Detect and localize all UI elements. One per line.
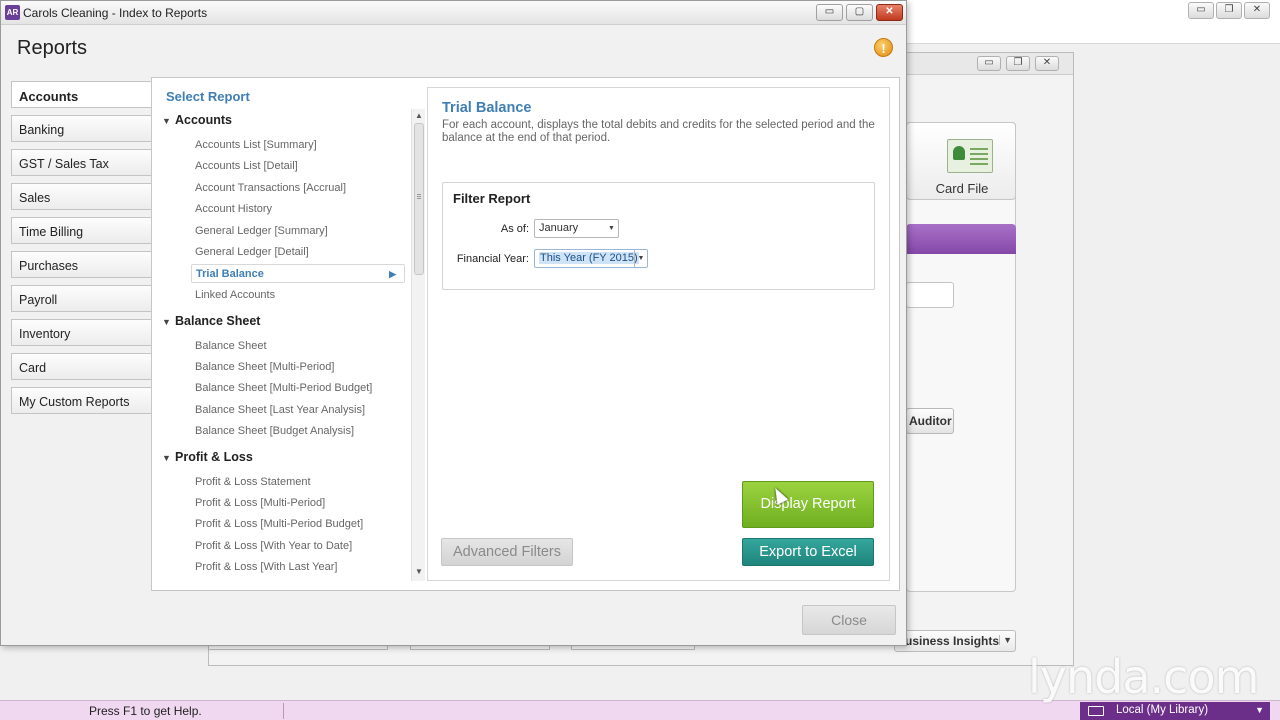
tab-payroll[interactable]: Payroll	[11, 285, 153, 312]
maximize-button[interactable]: ▢	[846, 4, 873, 21]
report-item[interactable]: Profit & Loss Statement	[195, 476, 311, 488]
library-selector[interactable]: Local (My Library) ▼	[1080, 702, 1270, 720]
tab-inventory[interactable]: Inventory	[11, 319, 153, 346]
inner-restore-button[interactable]: ❐	[1006, 56, 1030, 71]
as-of-value: January	[539, 222, 579, 234]
report-item[interactable]: Balance Sheet [Budget Analysis]	[195, 425, 354, 437]
index-to-reports-dialog: AR Carols Cleaning - Index to Reports ▭ …	[0, 0, 907, 646]
background-field[interactable]	[906, 282, 954, 308]
collapse-triangle-icon: ▼	[162, 317, 171, 327]
background-inner-buttons: ▭ ❐ ✕	[977, 56, 1059, 71]
report-item[interactable]: Balance Sheet	[195, 340, 267, 352]
report-item[interactable]: Profit & Loss [With Year to Date]	[195, 540, 352, 552]
status-help-text: Press F1 to get Help.	[89, 704, 202, 718]
auditor-button[interactable]: Auditor	[906, 408, 954, 434]
collapse-triangle-icon: ▼	[162, 453, 171, 463]
card-file-button[interactable]: Card File	[906, 122, 1016, 200]
as-of-label: As of:	[500, 223, 529, 235]
financial-year-select[interactable]: This Year (FY 2015) ▼	[534, 249, 648, 268]
lynda-watermark: lynda.com	[1028, 650, 1259, 704]
export-to-excel-button[interactable]: Export to Excel	[742, 538, 874, 566]
tab-time-billing[interactable]: Time Billing	[11, 217, 153, 244]
background-window-buttons: ▭ ❐ ✕	[1188, 2, 1270, 19]
background-section-header	[906, 224, 1016, 254]
card-file-label: Card File	[935, 181, 989, 196]
report-list-scrollbar[interactable]: ▲ ▼	[411, 109, 425, 581]
business-insights-dropdown[interactable]: usiness Insights ▼	[894, 630, 1016, 652]
dialog-title: Carols Cleaning - Index to Reports	[23, 6, 208, 20]
card-file-icon	[947, 139, 993, 173]
scroll-up-icon[interactable]: ▲	[412, 111, 426, 123]
help-icon[interactable]: !	[874, 38, 893, 57]
tab-accounts[interactable]: Accounts	[11, 81, 153, 108]
report-item[interactable]: Account History	[195, 203, 272, 215]
group-header-balance-sheet[interactable]: ▼ Balance Sheet	[162, 314, 260, 328]
financial-year-value: This Year (FY 2015)	[539, 252, 639, 264]
status-divider	[283, 703, 284, 719]
minimize-button[interactable]: ▭	[816, 4, 843, 21]
arrow-right-icon: ▶	[389, 269, 396, 279]
group-header-accounts[interactable]: ▼ Accounts	[162, 113, 232, 127]
report-item[interactable]: Profit & Loss [Multi-Period Budget]	[195, 518, 363, 530]
bg-minimize-button[interactable]: ▭	[1188, 2, 1214, 19]
business-insights-label: usiness Insights	[905, 634, 1000, 648]
report-item[interactable]: Accounts List [Summary]	[195, 139, 317, 151]
close-window-button[interactable]: ✕	[876, 4, 903, 21]
report-item[interactable]: Accounts List [Detail]	[195, 160, 298, 172]
report-description: For each account, displays the total deb…	[442, 119, 875, 144]
report-item[interactable]: Account Transactions [Accrual]	[195, 182, 346, 194]
close-button[interactable]: Close	[802, 605, 896, 635]
page-title: Reports	[17, 37, 88, 59]
inner-close-button[interactable]: ✕	[1035, 56, 1059, 71]
report-item[interactable]: Profit & Loss [Multi-Period]	[195, 497, 325, 509]
library-label: Local (My Library)	[1116, 704, 1209, 716]
report-item-selected[interactable]: Trial Balance ▶	[191, 264, 405, 283]
bg-close-button[interactable]: ✕	[1244, 2, 1270, 19]
chevron-down-icon: ▼	[1255, 705, 1264, 715]
report-list: ▼ Accounts Accounts List [Summary] Accoun…	[152, 108, 410, 582]
scroll-thumb[interactable]	[414, 123, 424, 275]
report-item[interactable]: General Ledger [Detail]	[195, 246, 309, 258]
tab-banking[interactable]: Banking	[11, 115, 153, 142]
bg-restore-button[interactable]: ❐	[1216, 2, 1242, 19]
group-header-profit-loss[interactable]: ▼ Profit & Loss	[162, 450, 253, 464]
tab-card[interactable]: Card	[11, 353, 153, 380]
financial-year-label: Financial Year:	[456, 253, 529, 265]
scroll-down-icon[interactable]: ▼	[412, 567, 426, 579]
tab-purchases[interactable]: Purchases	[11, 251, 153, 278]
report-item[interactable]: Linked Accounts	[195, 289, 275, 301]
display-report-button[interactable]: Display Report	[742, 481, 874, 528]
report-item[interactable]: Profit & Loss [With Last Year]	[195, 561, 337, 573]
dialog-titlebar: AR Carols Cleaning - Index to Reports ▭ …	[1, 1, 906, 25]
inner-minimize-button[interactable]: ▭	[977, 56, 1001, 71]
filter-report-box: Filter Report As of: January ▼ Financial…	[442, 182, 875, 290]
selected-report-label: Trial Balance	[196, 268, 264, 280]
report-title: Trial Balance	[442, 100, 532, 116]
chevron-down-icon: ▼	[999, 635, 1012, 645]
report-item[interactable]: Balance Sheet [Last Year Analysis]	[195, 404, 365, 416]
group-label: Profit & Loss	[175, 450, 253, 464]
dialog-window-buttons: ▭ ▢ ✕	[816, 4, 903, 21]
as-of-select[interactable]: January ▼	[534, 219, 619, 238]
tab-my-custom-reports[interactable]: My Custom Reports	[11, 387, 153, 414]
group-label: Accounts	[175, 113, 232, 127]
app-icon: AR	[5, 5, 20, 20]
filter-report-title: Filter Report	[453, 191, 531, 206]
report-item[interactable]: Balance Sheet [Multi-Period Budget]	[195, 382, 372, 394]
report-item[interactable]: Balance Sheet [Multi-Period]	[195, 361, 334, 373]
select-report-heading: Select Report	[166, 89, 250, 104]
monitor-icon	[1088, 706, 1104, 716]
group-label: Balance Sheet	[175, 314, 261, 328]
chevron-down-icon: ▼	[634, 250, 647, 267]
collapse-triangle-icon: ▼	[162, 116, 171, 126]
report-item[interactable]: General Ledger [Summary]	[195, 225, 328, 237]
chevron-down-icon: ▼	[608, 225, 615, 232]
tab-gst-sales-tax[interactable]: GST / Sales Tax	[11, 149, 153, 176]
advanced-filters-button[interactable]: Advanced Filters	[441, 538, 573, 566]
tab-sales[interactable]: Sales	[11, 183, 153, 210]
